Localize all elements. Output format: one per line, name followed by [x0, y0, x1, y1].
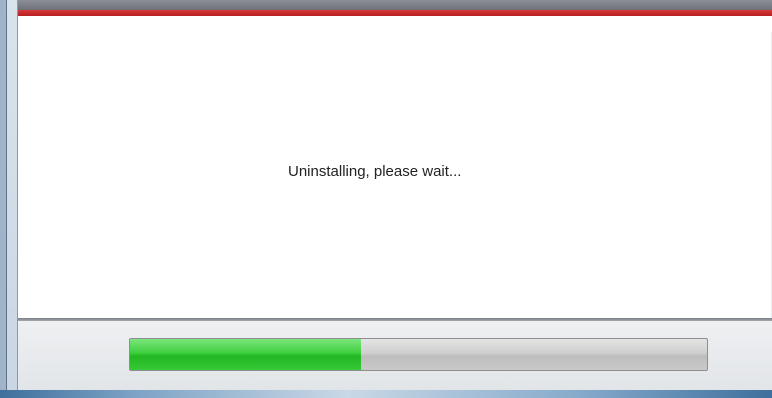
uninstaller-window: Uninstalling, please wait... [6, 0, 772, 398]
dialog-client-area: Uninstalling, please wait... [17, 0, 772, 390]
progress-fill [130, 339, 361, 370]
taskbar-edge [0, 390, 772, 398]
title-bar-band [18, 0, 772, 10]
status-text: Uninstalling, please wait... [288, 163, 462, 180]
progress-bar [129, 338, 708, 371]
